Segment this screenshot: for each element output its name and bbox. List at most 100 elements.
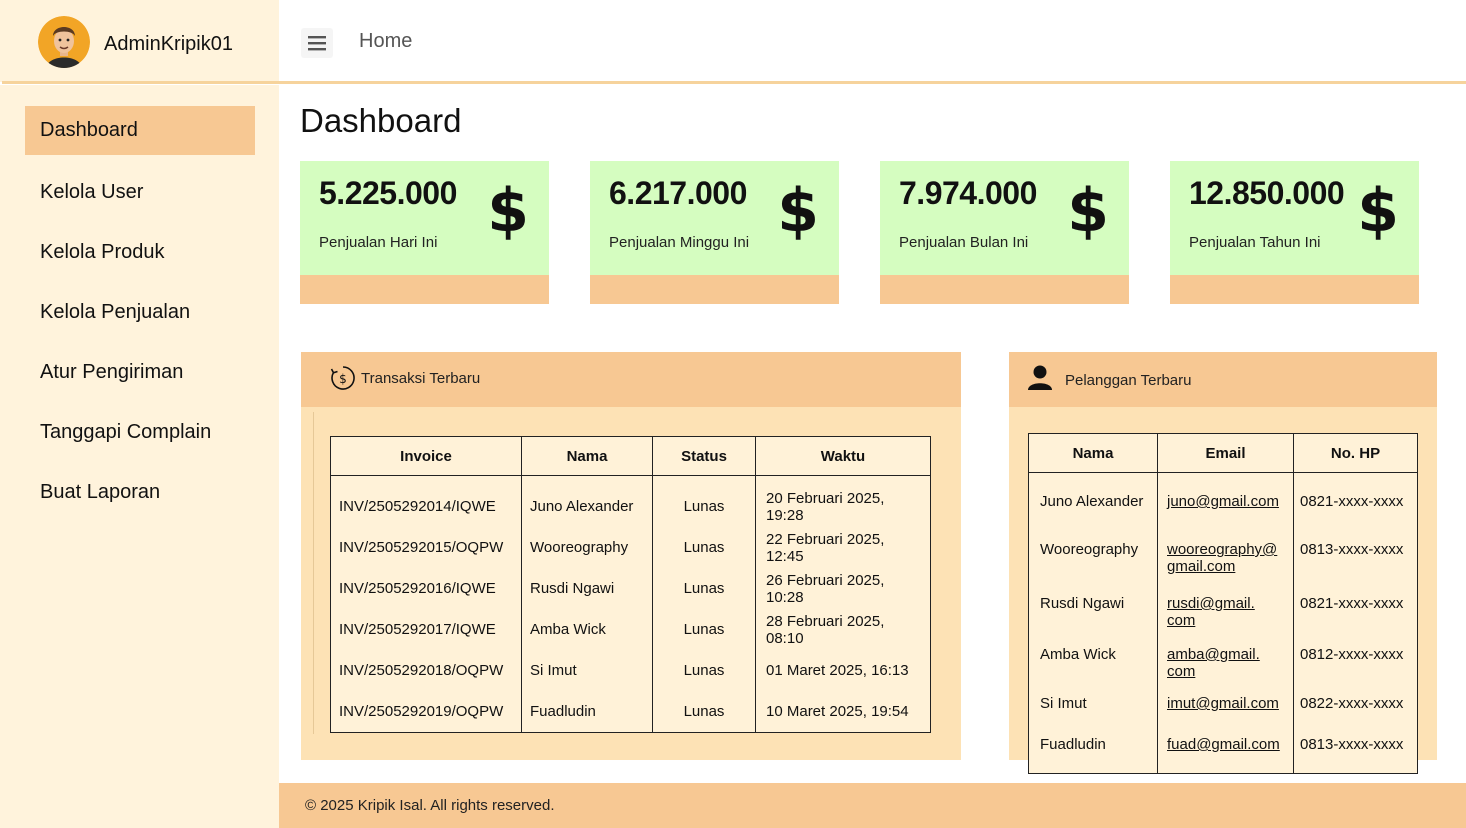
- table-row[interactable]: Si Imut imut@gmail.com 0822-xxxx-xxxx: [1028, 691, 1418, 732]
- cell-invoice: INV/2505292015/OQPW: [330, 527, 522, 568]
- transactions-table: Invoice Nama Status Waktu INV/2505292014…: [330, 436, 931, 733]
- cell-nama: Fuadludin: [521, 691, 653, 733]
- stat-label: Penjualan Hari Ini: [319, 234, 438, 251]
- cell-invoice: INV/2505292016/IQWE: [330, 568, 522, 609]
- hamburger-icon: [308, 36, 326, 51]
- menu-toggle-button[interactable]: [301, 28, 333, 58]
- cell-phone: 0812-xxxx-xxxx: [1293, 642, 1418, 691]
- cell-email: rusdi@gmail. com: [1157, 591, 1294, 642]
- table-row[interactable]: Rusdi Ngawi rusdi@gmail. com 0821-xxxx-xxxx: [1028, 591, 1418, 642]
- table-row[interactable]: Wooreography wooreography@ gmail.com 0813-x…: [1028, 537, 1418, 591]
- username-label: AdminKripik01: [104, 33, 233, 55]
- email-link[interactable]: fuad@gmail.com: [1167, 736, 1280, 753]
- dollar-icon: $: [1067, 176, 1109, 246]
- email-link-continued[interactable]: com: [1167, 612, 1195, 629]
- coin-cycle-icon: $: [330, 366, 355, 390]
- column-header[interactable]: Nama: [1028, 433, 1158, 473]
- email-link-continued[interactable]: gmail.com: [1167, 558, 1235, 575]
- sidebar-item-dashboard[interactable]: Dashboard: [25, 106, 255, 155]
- sidebar-item-kelola-penjualan[interactable]: Kelola Penjualan: [25, 288, 255, 337]
- table-row[interactable]: INV/2505292018/OQPW Si Imut Lunas 01 Maret …: [330, 650, 931, 691]
- cell-invoice: INV/2505292014/IQWE: [330, 475, 522, 527]
- column-header[interactable]: Nama: [521, 436, 653, 476]
- cell-phone: 0821-xxxx-xxxx: [1293, 472, 1418, 537]
- email-link[interactable]: imut@gmail.com: [1167, 695, 1279, 712]
- table-row[interactable]: INV/2505292014/IQWE Juno Alexander Lunas 20…: [330, 475, 931, 527]
- email-link[interactable]: wooreography@: [1167, 541, 1277, 558]
- stat-card-weekly: 6.217.000 Penjualan Minggu Ini $: [590, 161, 839, 304]
- stat-label: Penjualan Minggu Ini: [609, 234, 750, 251]
- cell-nama: Wooreography: [1028, 537, 1158, 591]
- stat-value: 12.850.000: [1189, 175, 1345, 211]
- sidebar-item-atur-pengiriman[interactable]: Atur Pengiriman: [25, 348, 255, 397]
- page-title: Dashboard: [300, 102, 462, 139]
- stat-label: Penjualan Bulan Ini: [899, 234, 1029, 251]
- cell-nama: Si Imut: [521, 650, 653, 691]
- cell-email: wooreography@ gmail.com: [1157, 537, 1294, 591]
- email-link[interactable]: rusdi@gmail.: [1167, 595, 1255, 612]
- cell-waktu: 01 Maret 2025, 16:13: [755, 650, 931, 691]
- table-row[interactable]: INV/2505292017/IQWE Amba Wick Lunas 28 Febr…: [330, 609, 931, 650]
- cell-waktu: 10 Maret 2025, 19:54: [755, 691, 931, 733]
- table-row[interactable]: INV/2505292015/OQPW Wooreography Lunas 22 F…: [330, 527, 931, 568]
- cell-email: imut@gmail.com: [1157, 691, 1294, 732]
- cell-nama: Rusdi Ngawi: [1028, 591, 1158, 642]
- panel-divider: [313, 412, 314, 734]
- stat-label: Penjualan Tahun Ini: [1189, 234, 1321, 251]
- avatar[interactable]: [38, 16, 90, 68]
- table-row[interactable]: INV/2505292019/OQPW Fuadludin Lunas 10 Mare…: [330, 691, 931, 733]
- stat-value: 7.974.000: [899, 175, 1037, 211]
- stat-value: 6.217.000: [609, 175, 747, 211]
- dollar-icon: $: [487, 176, 529, 246]
- breadcrumb-home-link[interactable]: Home: [359, 30, 412, 53]
- cell-waktu: 22 Februari 2025, 12:45: [755, 527, 931, 568]
- sidebar-item-kelola-user[interactable]: Kelola User: [25, 168, 255, 217]
- stat-card-footer: [300, 275, 549, 304]
- table-row[interactable]: Juno Alexander juno@gmail.com 0821-xxxx-xx…: [1028, 472, 1418, 537]
- stat-card-monthly: 7.974.000 Penjualan Bulan Ini $: [880, 161, 1129, 304]
- dollar-icon: $: [777, 176, 819, 246]
- cell-invoice: INV/2505292017/IQWE: [330, 609, 522, 650]
- cell-phone: 0813-xxxx-xxxx: [1293, 732, 1418, 774]
- user-icon: [1028, 365, 1052, 390]
- cell-nama: Si Imut: [1028, 691, 1158, 732]
- stat-value: 5.225.000: [319, 175, 457, 211]
- header-divider: [2, 81, 1466, 84]
- cell-status: Lunas: [652, 568, 756, 609]
- stat-card-daily: 5.225.000 Penjualan Hari Ini $: [300, 161, 549, 304]
- column-header[interactable]: Invoice: [330, 436, 522, 476]
- sidebar-item-kelola-produk[interactable]: Kelola Produk: [25, 228, 255, 277]
- email-link-continued[interactable]: com: [1167, 663, 1195, 680]
- cell-status: Lunas: [652, 475, 756, 527]
- customers-table: Nama Email No. HP Juno Alexander juno@gma…: [1028, 433, 1418, 774]
- sidebar-item-buat-laporan[interactable]: Buat Laporan: [25, 468, 255, 517]
- cell-status: Lunas: [652, 650, 756, 691]
- table-row[interactable]: INV/2505292016/IQWE Rusdi Ngawi Lunas 26 Fe…: [330, 568, 931, 609]
- cell-phone: 0821-xxxx-xxxx: [1293, 591, 1418, 642]
- column-header[interactable]: Status: [652, 436, 756, 476]
- cell-status: Lunas: [652, 609, 756, 650]
- column-header[interactable]: Waktu: [755, 436, 931, 476]
- cell-email: amba@gmail. com: [1157, 642, 1294, 691]
- cell-nama: Amba Wick: [521, 609, 653, 650]
- cell-waktu: 20 Februari 2025, 19:28: [755, 475, 931, 527]
- email-link[interactable]: amba@gmail.: [1167, 646, 1260, 663]
- table-row[interactable]: Amba Wick amba@gmail. com 0812-xxxx-xxxx: [1028, 642, 1418, 691]
- stat-card-yearly: 12.850.000 Penjualan Tahun Ini $: [1170, 161, 1419, 304]
- column-header[interactable]: No. HP: [1293, 433, 1418, 473]
- cell-nama: Juno Alexander: [521, 475, 653, 527]
- table-row[interactable]: Fuadludin fuad@gmail.com 0813-xxxx-xxxx: [1028, 732, 1418, 774]
- column-header[interactable]: Email: [1157, 433, 1294, 473]
- page-footer: © 2025 Kripik Isal. All rights reserved.: [279, 783, 1466, 828]
- cell-invoice: INV/2505292018/OQPW: [330, 650, 522, 691]
- cell-waktu: 28 Februari 2025, 08:10: [755, 609, 931, 650]
- cell-nama: Juno Alexander: [1028, 472, 1158, 537]
- sidebar-item-tanggapi-complain[interactable]: Tanggapi Complain: [25, 408, 255, 457]
- cell-nama: Wooreography: [521, 527, 653, 568]
- email-link[interactable]: juno@gmail.com: [1167, 493, 1279, 510]
- cell-email: fuad@gmail.com: [1157, 732, 1294, 774]
- stat-card-footer: [590, 275, 839, 304]
- cell-status: Lunas: [652, 691, 756, 733]
- dollar-icon: $: [1357, 176, 1399, 246]
- copyright-text: © 2025 Kripik Isal. All rights reserved.: [305, 797, 555, 814]
